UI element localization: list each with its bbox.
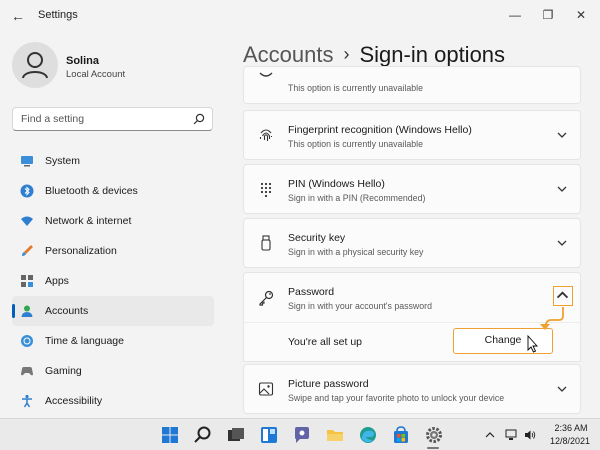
terminal-icon[interactable]: [226, 425, 246, 445]
option-title: Password: [288, 286, 335, 298]
accessibility-icon: [22, 394, 32, 408]
breadcrumb-separator: ›: [343, 44, 350, 64]
person-silhouette-icon: [22, 52, 48, 79]
search-icon[interactable]: [193, 113, 205, 125]
person-icon: [21, 305, 33, 317]
page-title: Sign-in options: [359, 42, 506, 67]
breadcrumb-parent[interactable]: Accounts: [243, 42, 334, 67]
clock-date[interactable]: 12/8/2021: [548, 436, 592, 446]
sidebar-item-label: Personalization: [45, 245, 117, 257]
sidebar-item-label: Bluetooth & devices: [45, 185, 138, 197]
account-type: Local Account: [66, 69, 126, 80]
active-app-indicator: [427, 447, 439, 449]
edge-icon[interactable]: [358, 425, 378, 445]
chevron-up-icon[interactable]: [484, 429, 496, 441]
user-name: Solina: [66, 55, 100, 67]
sidebar-item-label: Network & internet: [45, 215, 132, 227]
widgets-icon[interactable]: [259, 425, 279, 445]
sidebar-item-label: Accounts: [45, 305, 89, 317]
option-description: Sign in with a physical security key: [288, 247, 424, 257]
fingerprint-icon: [259, 129, 273, 141]
close-button[interactable]: ✕: [566, 4, 596, 26]
collapse-password-button[interactable]: [553, 286, 573, 306]
option-title: Fingerprint recognition (Windows Hello): [288, 124, 472, 136]
option-description: Swipe and tap your favorite photo to unl…: [288, 393, 505, 403]
key-icon: [259, 290, 274, 306]
image-icon: [258, 382, 274, 396]
teams-chat-icon[interactable]: [292, 425, 312, 445]
search-placeholder: Find a setting: [21, 113, 85, 125]
option-facial-recognition[interactable]: This option is currently unavailable: [243, 66, 581, 104]
option-picture-password[interactable]: Picture password Swipe and tap your favo…: [243, 364, 581, 414]
sidebar-item-time-language[interactable]: Time & language: [12, 326, 214, 356]
sidebar-item-label: Time & language: [45, 335, 124, 347]
change-password-button[interactable]: Change: [453, 328, 553, 354]
option-title: PIN (Windows Hello): [288, 178, 385, 190]
title-bar: ← Settings — ❐ ✕: [0, 0, 600, 32]
sidebar-nav: System Bluetooth & devices Network & int…: [12, 146, 214, 416]
apps-icon: [21, 275, 33, 287]
app-title: Settings: [38, 9, 78, 21]
taskbar-search-icon[interactable]: [193, 425, 213, 445]
brush-icon: [22, 245, 33, 256]
password-status: You're all set up: [288, 336, 363, 348]
face-icon: [259, 72, 273, 77]
option-title: Security key: [288, 232, 346, 244]
wifi-icon: [21, 216, 33, 226]
sidebar-item-label: Gaming: [45, 365, 82, 377]
clock-time[interactable]: 2:36 AM: [554, 423, 588, 433]
globe-icon: [21, 335, 33, 347]
chevron-down-icon[interactable]: [556, 129, 568, 141]
option-description: Sign in with a PIN (Recommended): [288, 193, 426, 203]
option-description: This option is currently unavailable: [288, 83, 423, 93]
file-explorer-icon[interactable]: [325, 425, 345, 445]
sidebar-item-personalization[interactable]: Personalization: [12, 236, 214, 266]
option-pin[interactable]: PIN (Windows Hello) Sign in with a PIN (…: [243, 164, 581, 214]
sidebar-item-label: System: [45, 155, 81, 167]
restore-button[interactable]: ❐: [533, 4, 563, 26]
sidebar-item-bluetooth[interactable]: Bluetooth & devices: [12, 176, 214, 206]
network-wired-icon[interactable]: [505, 429, 517, 441]
sidebar-item-label: Accessibility: [45, 395, 103, 407]
gamepad-icon: [21, 367, 33, 376]
option-password[interactable]: Password Sign in with your account's pas…: [243, 272, 581, 323]
chevron-down-icon[interactable]: [556, 383, 568, 395]
store-icon[interactable]: [391, 425, 411, 445]
option-security-key[interactable]: Security key Sign in with a physical sec…: [243, 218, 581, 268]
taskbar: 2:36 AM 12/8/2021: [0, 418, 600, 450]
option-description: This option is currently unavailable: [288, 139, 423, 149]
sidebar-item-apps[interactable]: Apps: [12, 266, 214, 296]
bluetooth-icon: [20, 184, 34, 198]
sidebar-item-network[interactable]: Network & internet: [12, 206, 214, 236]
sidebar-item-gaming[interactable]: Gaming: [12, 356, 214, 386]
avatar: [12, 42, 58, 88]
sidebar-item-accessibility[interactable]: Accessibility: [12, 386, 214, 416]
sidebar-item-accounts[interactable]: Accounts: [12, 296, 214, 326]
sidebar-item-label: Apps: [45, 275, 69, 287]
back-arrow-icon[interactable]: ←: [10, 8, 26, 24]
pin-keypad-icon: [260, 182, 272, 197]
monitor-icon: [21, 156, 33, 167]
search-input[interactable]: Find a setting: [12, 107, 213, 131]
option-description: Sign in with your account's password: [288, 301, 432, 311]
chevron-up-icon[interactable]: [554, 287, 571, 304]
option-fingerprint[interactable]: Fingerprint recognition (Windows Hello) …: [243, 110, 581, 160]
volume-icon[interactable]: [524, 429, 536, 441]
settings-icon[interactable]: [424, 425, 444, 445]
chevron-down-icon[interactable]: [556, 183, 568, 195]
usb-key-icon: [261, 235, 271, 251]
chevron-down-icon[interactable]: [556, 237, 568, 249]
start-icon[interactable]: [160, 425, 180, 445]
option-title: Picture password: [288, 378, 369, 390]
minimize-button[interactable]: —: [500, 4, 530, 26]
sidebar-item-system[interactable]: System: [12, 146, 214, 176]
